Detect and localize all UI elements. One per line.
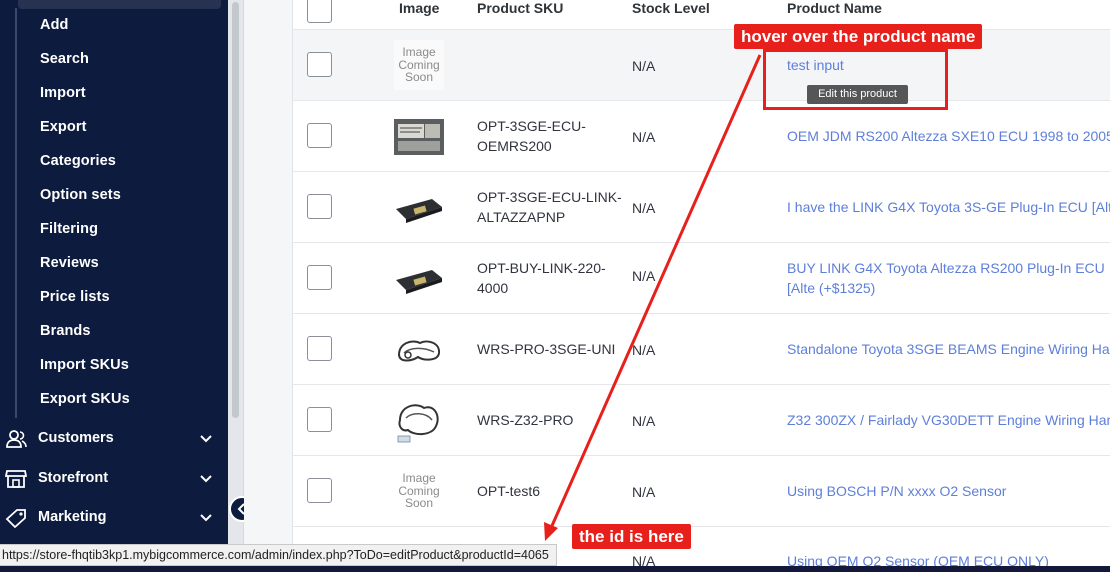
product-sku: OPT-3SGE-ECU-OEMRS200 [477,118,586,154]
column-header-sku[interactable]: Product SKU [477,0,563,16]
product-name-link[interactable]: Z32 300ZX / Fairlady VG30DETT Engine Wir… [787,410,1110,430]
product-sku: OPT-test6 [477,483,541,499]
chevron-down-icon [200,514,212,522]
main-content: Image Product SKU Stock Level Product Na… [244,0,1110,572]
annotation-id-callout: the id is here [572,524,691,549]
marketing-tag-icon [5,509,26,528]
row-checkbox[interactable] [307,123,332,148]
sidebar-item-reviews[interactable]: Reviews [40,255,99,271]
sidebar-item-label: Customers [38,430,114,446]
sidebar-item-option-sets[interactable]: Option sets [40,187,121,203]
sidebar-submenu-line [15,8,17,418]
product-thumbnail-placeholder: Image Coming Soon [394,40,444,90]
sidebar-item-customers[interactable]: Customers [0,423,228,455]
product-sku: WRS-PRO-3SGE-UNI [477,341,616,357]
sidebar-active-item[interactable] [18,0,221,9]
sidebar-item-brands[interactable]: Brands [40,323,91,339]
sidebar-item-label: Storefront [38,470,109,486]
stock-level: N/A [632,58,656,74]
sidebar-item-marketing[interactable]: Marketing [0,502,228,534]
sidebar-item-import-skus[interactable]: Import SKUs [40,357,129,373]
product-thumbnail-placeholder: Image Coming Soon [394,466,444,516]
product-sku: WRS-Z32-PRO [477,412,574,428]
product-name-link[interactable]: OEM JDM RS200 Altezza SXE10 ECU 1998 to … [787,126,1110,146]
table-row: OPT-BUY-LINK-220-4000 N/A BUY LINK G4X T… [293,243,1110,314]
product-name-link[interactable]: Using BOSCH P/N xxxx O2 Sensor [787,481,1110,501]
stock-level: N/A [632,484,656,500]
window-bottom-edge [0,566,1110,572]
annotation-hover-callout: hover over the product name [734,24,983,49]
table-row: OPT-3SGE-ECU-LINK-ALTAZZAPNP N/A I have … [293,172,1110,243]
sidebar-item-storefront[interactable]: Storefront [0,463,228,495]
product-sku: OPT-BUY-LINK-220-4000 [477,260,606,296]
products-table: Image Product SKU Stock Level Product Na… [292,0,1110,572]
table-row: OPT-3SGE-ECU-OEMRS200 N/A OEM JDM RS200 … [293,101,1110,172]
sidebar-scrollbar-thumb[interactable] [232,2,239,418]
product-name-link[interactable]: I have the LINK G4X Toyota 3S-GE Plug-In… [787,197,1110,217]
table-row: Image Coming Soon N/A test input [293,30,1110,101]
customers-icon [6,430,27,448]
chevron-down-icon [200,435,212,443]
row-checkbox[interactable] [307,265,332,290]
sidebar-item-export-skus[interactable]: Export SKUs [40,391,130,407]
chevron-down-icon [200,475,212,483]
row-checkbox[interactable] [307,478,332,503]
stock-level: N/A [632,268,656,284]
stock-level: N/A [632,413,656,429]
row-checkbox[interactable] [307,52,332,77]
sidebar-item-filtering[interactable]: Filtering [40,221,98,237]
column-header-image[interactable]: Image [399,0,439,16]
stock-level: N/A [632,200,656,216]
product-thumbnail [394,119,444,155]
sidebar-item-categories[interactable]: Categories [40,153,116,169]
table-row: Image Coming Soon OPT-test6 N/A Using BO… [293,456,1110,527]
row-checkbox[interactable] [307,407,332,432]
edit-product-tooltip: Edit this product [807,85,908,104]
product-name-link[interactable]: Standalone Toyota 3SGE BEAMS Engine Wiri… [787,339,1110,359]
row-checkbox[interactable] [307,336,332,361]
sidebar-item-search[interactable]: Search [40,51,89,67]
product-sku: OPT-3SGE-ECU-LINK-ALTAZZAPNP [477,189,622,225]
sidebar-item-label: Marketing [38,509,107,525]
table-header-row: Image Product SKU Stock Level Product Na… [293,0,1110,30]
column-header-stock[interactable]: Stock Level [632,0,710,16]
sidebar: Add Search Import Export Categories Opti… [0,0,228,572]
stock-level: N/A [632,129,656,145]
product-thumbnail [397,404,439,443]
browser-status-bar-url: https://store-fhqtib3kp1.mybigcommerce.c… [0,544,557,566]
product-thumbnail [396,270,442,294]
product-thumbnail [396,199,442,223]
storefront-icon [5,470,27,488]
column-header-name[interactable]: Product Name [787,0,882,16]
table-row: WRS-Z32-PRO N/A Z32 300ZX / Fairlady VG3… [293,385,1110,456]
sidebar-item-export[interactable]: Export [40,119,87,135]
sidebar-item-price-lists[interactable]: Price lists [40,289,110,305]
select-all-checkbox[interactable] [307,0,332,23]
sidebar-item-import[interactable]: Import [40,85,86,101]
row-checkbox[interactable] [307,194,332,219]
product-thumbnail [397,340,441,362]
sidebar-item-add[interactable]: Add [40,17,69,33]
product-name-link[interactable]: BUY LINK G4X Toyota Altezza RS200 Plug-I… [787,258,1110,298]
table-row: WRS-PRO-3SGE-UNI N/A Standalone Toyota 3… [293,314,1110,385]
stock-level: N/A [632,342,656,358]
